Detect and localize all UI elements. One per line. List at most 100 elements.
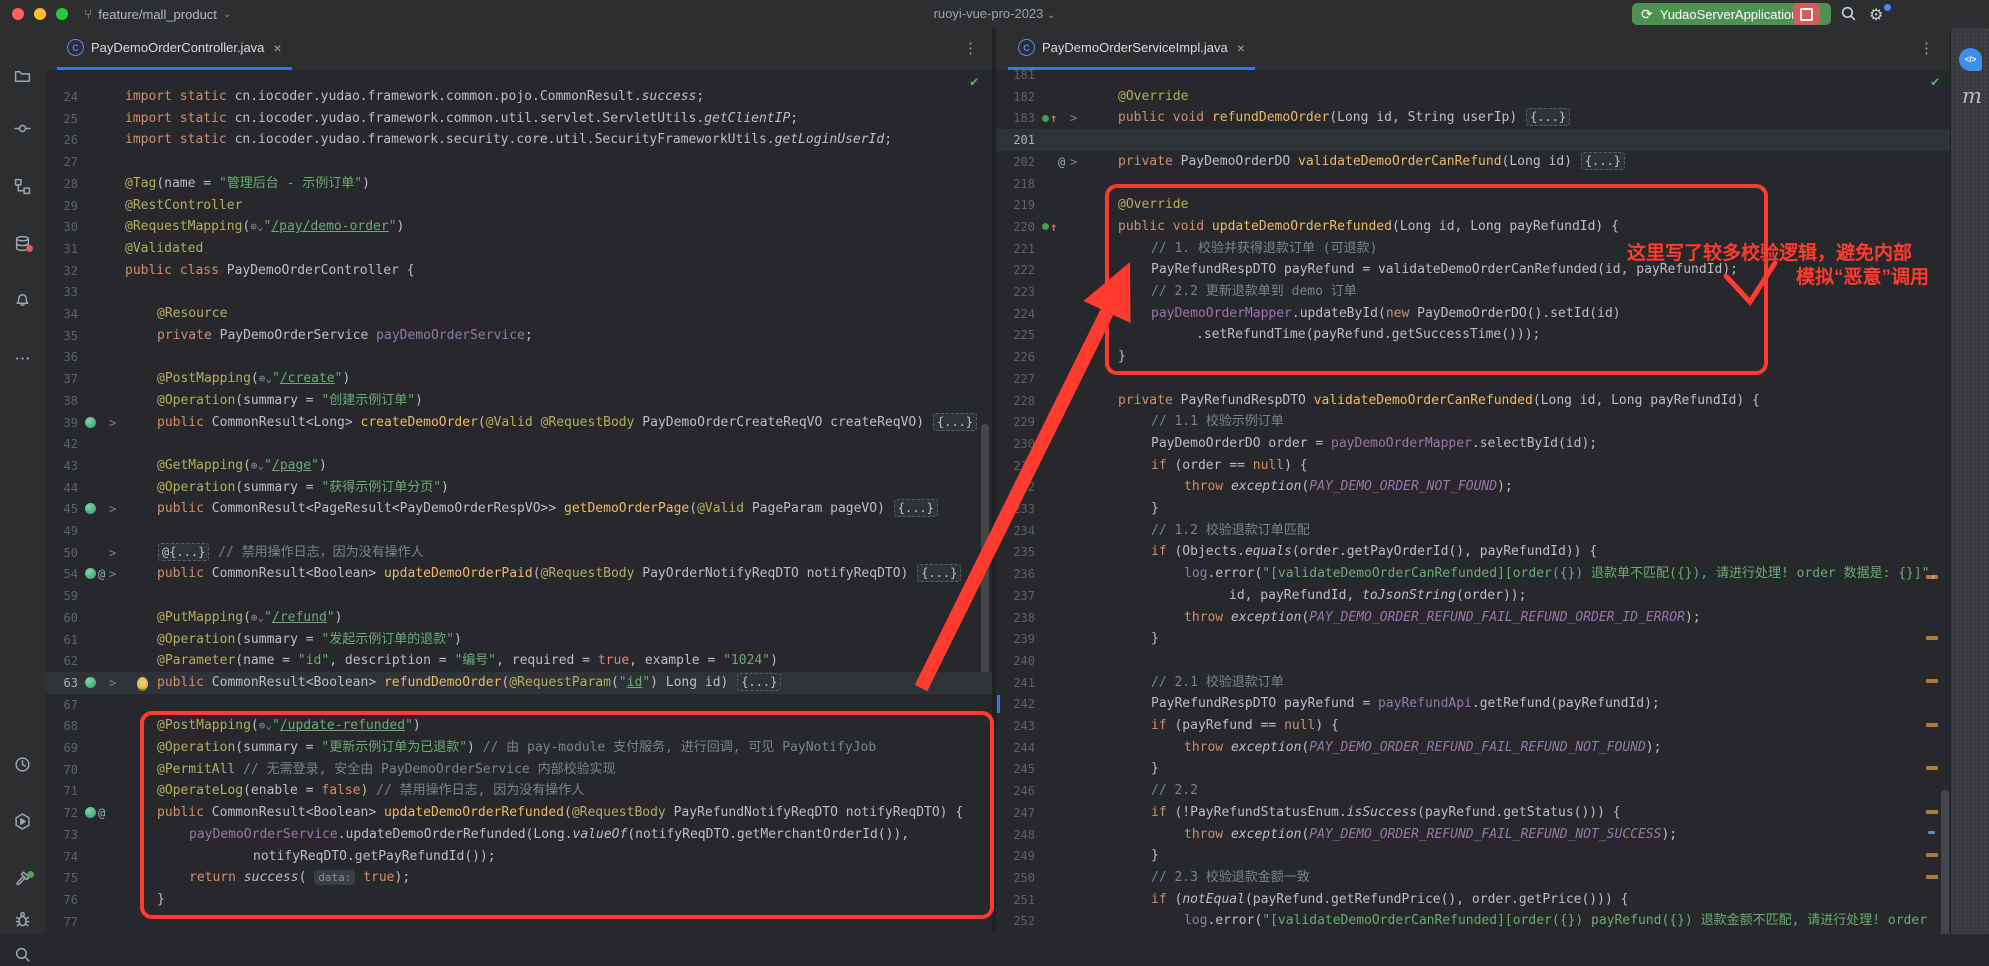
code-line-252[interactable]: 252log.error("[validateDemoOrderCanRefun… [996,910,1950,932]
code-line-67[interactable]: 67 [45,694,992,716]
code-line-63[interactable]: 63>public CommonResult<Boolean> refundDe… [45,672,992,694]
code-line-31[interactable]: 31@Validated [45,238,992,260]
code-line-28[interactable]: 28@Tag(name = "管理后台 - 示例订单") [45,173,992,195]
line-number[interactable]: 77 [45,911,78,933]
code-line-241[interactable]: 241// 2.1 校验退款订单 [996,672,1950,694]
line-number[interactable]: 24 [45,86,78,108]
line-number[interactable]: 30 [45,216,78,238]
code-line-27[interactable]: 27 [45,151,992,173]
line-number[interactable]: 75 [45,867,78,889]
line-number[interactable]: 201 [996,129,1035,151]
close-tab-icon[interactable]: × [1237,40,1245,56]
line-number[interactable]: 29 [45,195,78,217]
code-line-71[interactable]: 71@OperateLog(enable = false) // 禁用操作日志,… [45,780,992,802]
more-icon[interactable] [10,346,34,370]
code-line-236[interactable]: 236log.error("[validateDemoOrderCanRefun… [996,563,1950,585]
fold-arrow-icon[interactable]: > [109,498,116,520]
intention-bulb-icon[interactable] [137,677,148,691]
line-number[interactable]: 218 [996,173,1035,195]
code-line-245[interactable]: 245} [996,758,1950,780]
fold-arrow-icon[interactable]: > [1070,107,1077,129]
line-number[interactable]: 236 [996,563,1035,585]
structure-icon[interactable] [10,174,34,198]
annotated-gutter-icon[interactable]: @ [1058,151,1065,173]
code-line-243[interactable]: 243if (payRefund == null) { [996,715,1950,737]
line-number[interactable]: 239 [996,628,1035,650]
line-number[interactable]: 182 [996,86,1035,108]
annotated-gutter-icon[interactable]: @ [1058,390,1065,412]
api-endpoint-gutter-icon[interactable] [85,807,96,818]
line-number[interactable]: 250 [996,867,1035,889]
code-line-182[interactable]: 182@Override [996,86,1950,108]
editor-options-menu-icon[interactable]: ⋮ [1919,39,1934,57]
code-line-246[interactable]: 246// 2.2 [996,780,1950,802]
code-line-242[interactable]: 242PayRefundRespDTO payRefund = payRefun… [996,693,1950,715]
code-line-227[interactable]: 227 [996,368,1950,390]
line-number[interactable]: 249 [996,845,1035,867]
line-number[interactable]: 71 [45,780,78,802]
code-line-183[interactable]: 183↑>public void refundDemoOrder(Long id… [996,107,1950,129]
code-line-62[interactable]: 62@Parameter(name = "id", description = … [45,650,992,672]
code-line-225[interactable]: 225.setRefundTime(payRefund.getSuccessTi… [996,324,1950,346]
search-everywhere-button[interactable] [1840,5,1857,27]
code-line-250[interactable]: 250// 2.3 校验退款金额一致 [996,867,1950,889]
api-endpoint-gutter-icon[interactable] [85,503,96,514]
fold-arrow-icon[interactable]: > [109,563,116,585]
code-line-32[interactable]: 32public class PayDemoOrderController { [45,260,992,282]
code-line-248[interactable]: 248throw exception(PAY_DEMO_ORDER_REFUND… [996,824,1950,846]
code-line-38[interactable]: 38@Operation(summary = "创建示例订单") [45,390,992,412]
line-number[interactable]: 34 [45,303,78,325]
code-line-50[interactable]: 50>@{...} // 禁用操作日志，因为没有操作人 [45,542,992,564]
line-number[interactable]: 229 [996,411,1035,433]
line-number[interactable]: 225 [996,324,1035,346]
debug-icon[interactable] [10,907,34,931]
overrides-method-gutter-icon[interactable]: ↑ [1042,107,1057,129]
line-number[interactable]: 233 [996,498,1035,520]
code-line-229[interactable]: 229// 1.1 校验示例订单 [996,411,1950,433]
code-line-29[interactable]: 29@RestController [45,195,992,217]
line-number[interactable]: 251 [996,889,1035,911]
code-line-44[interactable]: 44@Operation(summary = "获得示例订单分页") [45,477,992,499]
line-number[interactable]: 44 [45,477,78,499]
line-number[interactable]: 227 [996,368,1035,390]
code-line-54[interactable]: 54@>public CommonResult<Boolean> updateD… [45,563,992,585]
project-icon[interactable] [10,64,34,88]
line-number[interactable]: 49 [45,520,78,542]
line-number[interactable]: 32 [45,260,78,282]
code-line-240[interactable]: 240 [996,650,1950,672]
code-line-76[interactable]: 76} [45,889,992,911]
code-line-244[interactable]: 244throw exception(PAY_DEMO_ORDER_REFUND… [996,737,1950,759]
line-number[interactable]: 230 [996,433,1035,455]
line-number[interactable]: 232 [996,476,1035,498]
code-line-59[interactable]: 59 [45,585,992,607]
code-line-239[interactable]: 239} [996,628,1950,650]
code-line-224[interactable]: 224payDemoOrderMapper.updateById(new Pay… [996,303,1950,325]
code-line-24[interactable]: 24import static cn.iocoder.yudao.framewo… [45,86,992,108]
fold-arrow-icon[interactable]: > [109,542,116,564]
line-number[interactable]: 228 [996,390,1035,412]
line-number[interactable]: 38 [45,390,78,412]
line-number[interactable]: 31 [45,238,78,260]
overrides-method-gutter-icon[interactable]: ↑ [1042,216,1057,238]
code-line-37[interactable]: 37@PostMapping(⊕⌄"/create") [45,368,992,390]
line-number[interactable]: 237 [996,585,1035,607]
line-number[interactable]: 219 [996,194,1035,216]
code-line-219[interactable]: 219@Override [996,194,1950,216]
line-number[interactable]: 68 [45,715,78,737]
code-line-218[interactable]: 218 [996,173,1950,195]
code-line-251[interactable]: 251if (notEqual(payRefund.getRefundPrice… [996,889,1950,911]
line-number[interactable]: 252 [996,910,1035,932]
line-number[interactable]: 224 [996,303,1035,325]
line-number[interactable]: 223 [996,281,1035,303]
code-line-230[interactable]: 230PayDemoOrderDO order = payDemoOrderMa… [996,433,1950,455]
code-line-72[interactable]: 72@public CommonResult<Boolean> updateDe… [45,802,992,824]
line-number[interactable]: 73 [45,824,78,846]
code-line-74[interactable]: 74notifyReqDTO.getPayRefundId()); [45,846,992,868]
line-number[interactable]: 25 [45,108,78,130]
code-line-226[interactable]: 226} [996,346,1950,368]
line-number[interactable]: 226 [996,346,1035,368]
code-line-26[interactable]: 26import static cn.iocoder.yudao.framewo… [45,129,992,151]
code-line-70[interactable]: 70@PermitAll // 无需登录, 安全由 PayDemoOrderSe… [45,759,992,781]
code-line-42[interactable]: 42 [45,433,992,455]
code-line-181[interactable]: 181 [996,70,1950,86]
